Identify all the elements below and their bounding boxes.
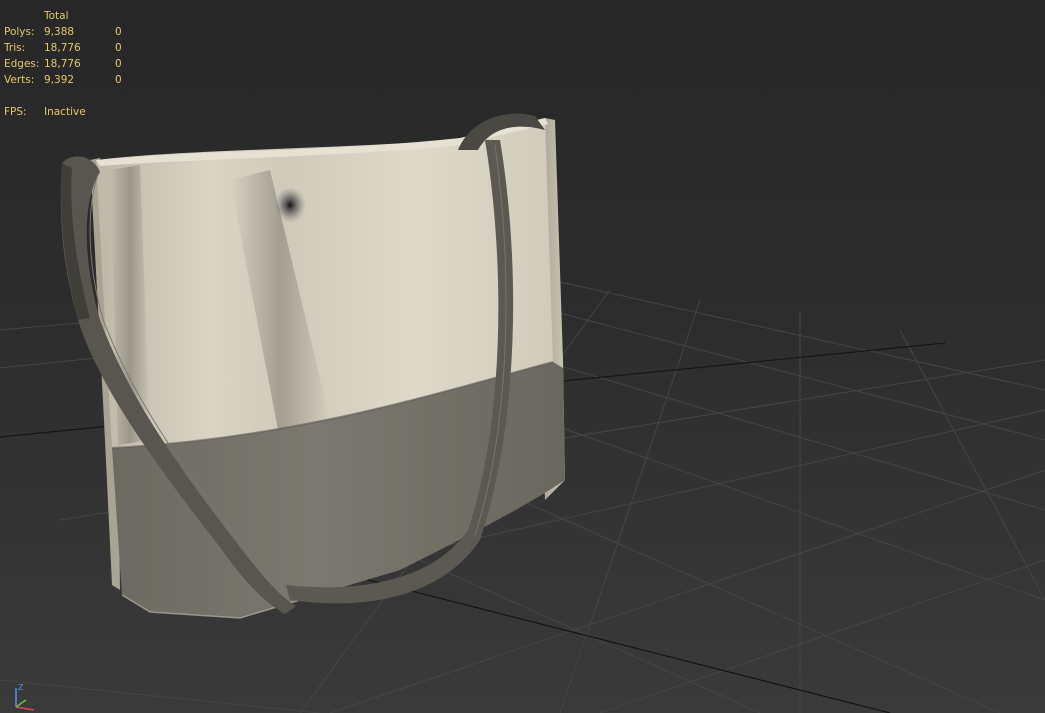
fps-value: Inactive (44, 106, 86, 118)
fps-label: FPS: (4, 106, 27, 118)
stats-selected-value: 0 (115, 26, 122, 38)
z-axis-label: Z (18, 683, 24, 692)
stats-label: Tris: (4, 42, 26, 54)
axis-tripod-icon: Z (15, 683, 35, 711)
stats-selected-value: 0 (115, 42, 122, 54)
stats-label: Verts: (4, 74, 35, 86)
stats-total-value: 18,776 (44, 58, 81, 70)
stats-total-value: 9,388 (44, 26, 75, 38)
stats-selected-value: 0 (115, 58, 122, 70)
stats-selected-value: 0 (115, 74, 122, 86)
perspective-viewport[interactable]: Total Polys: 9,388 0 Tris: 18,776 0 Edge… (0, 0, 1045, 713)
stats-total-value: 18,776 (44, 42, 81, 54)
x-axis-line (15, 706, 35, 711)
stats-total-value: 9,392 (44, 74, 75, 86)
y-axis-line (15, 699, 27, 708)
stats-label: Polys: (4, 26, 35, 38)
scene-render (0, 113, 1045, 713)
stats-header-total: Total (44, 10, 69, 22)
stats-label: Edges: (4, 58, 40, 70)
tote-bag-model (60, 113, 565, 619)
